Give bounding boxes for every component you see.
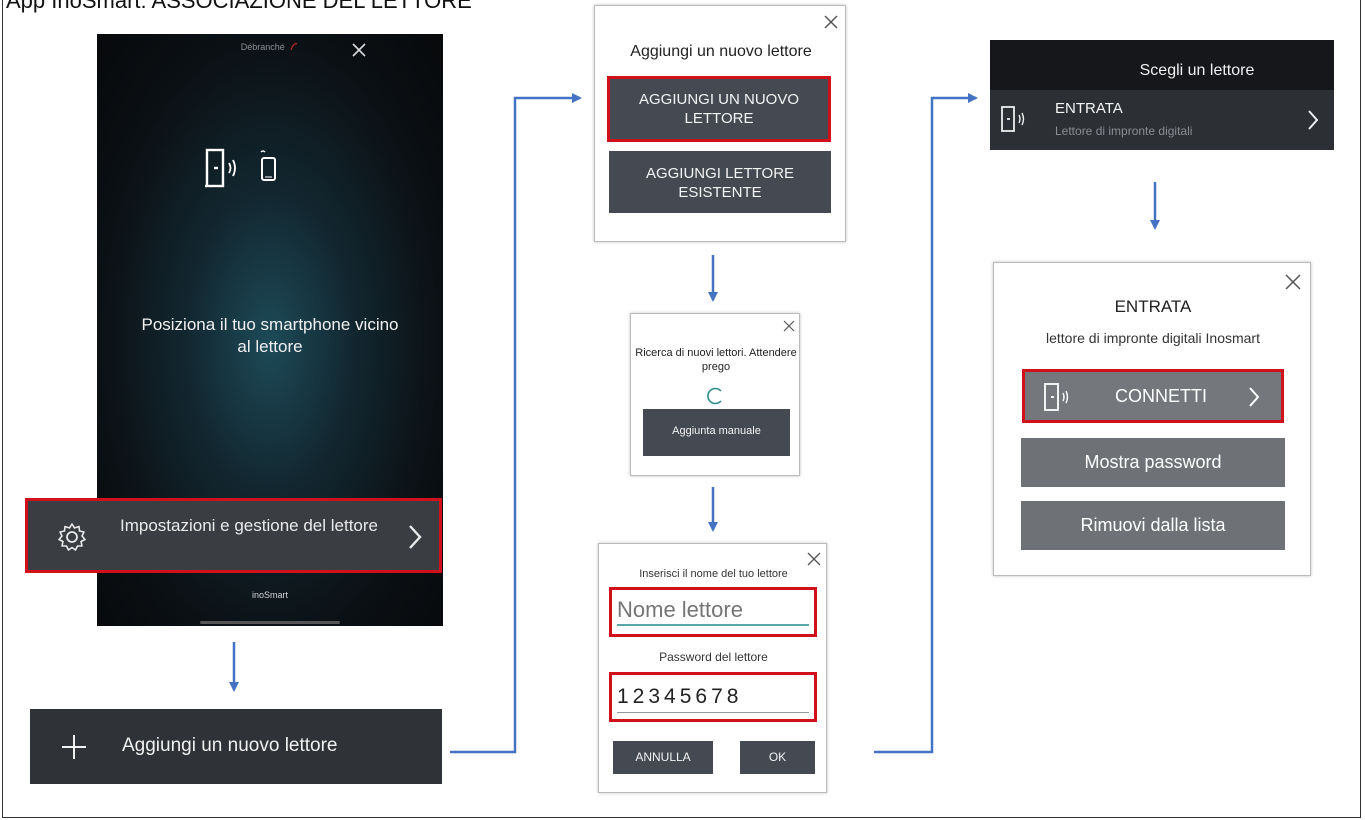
arrow-to-choose-reader bbox=[874, 93, 978, 754]
arrow-to-add-dialog bbox=[450, 93, 582, 754]
flow-arrows bbox=[229, 93, 1160, 754]
